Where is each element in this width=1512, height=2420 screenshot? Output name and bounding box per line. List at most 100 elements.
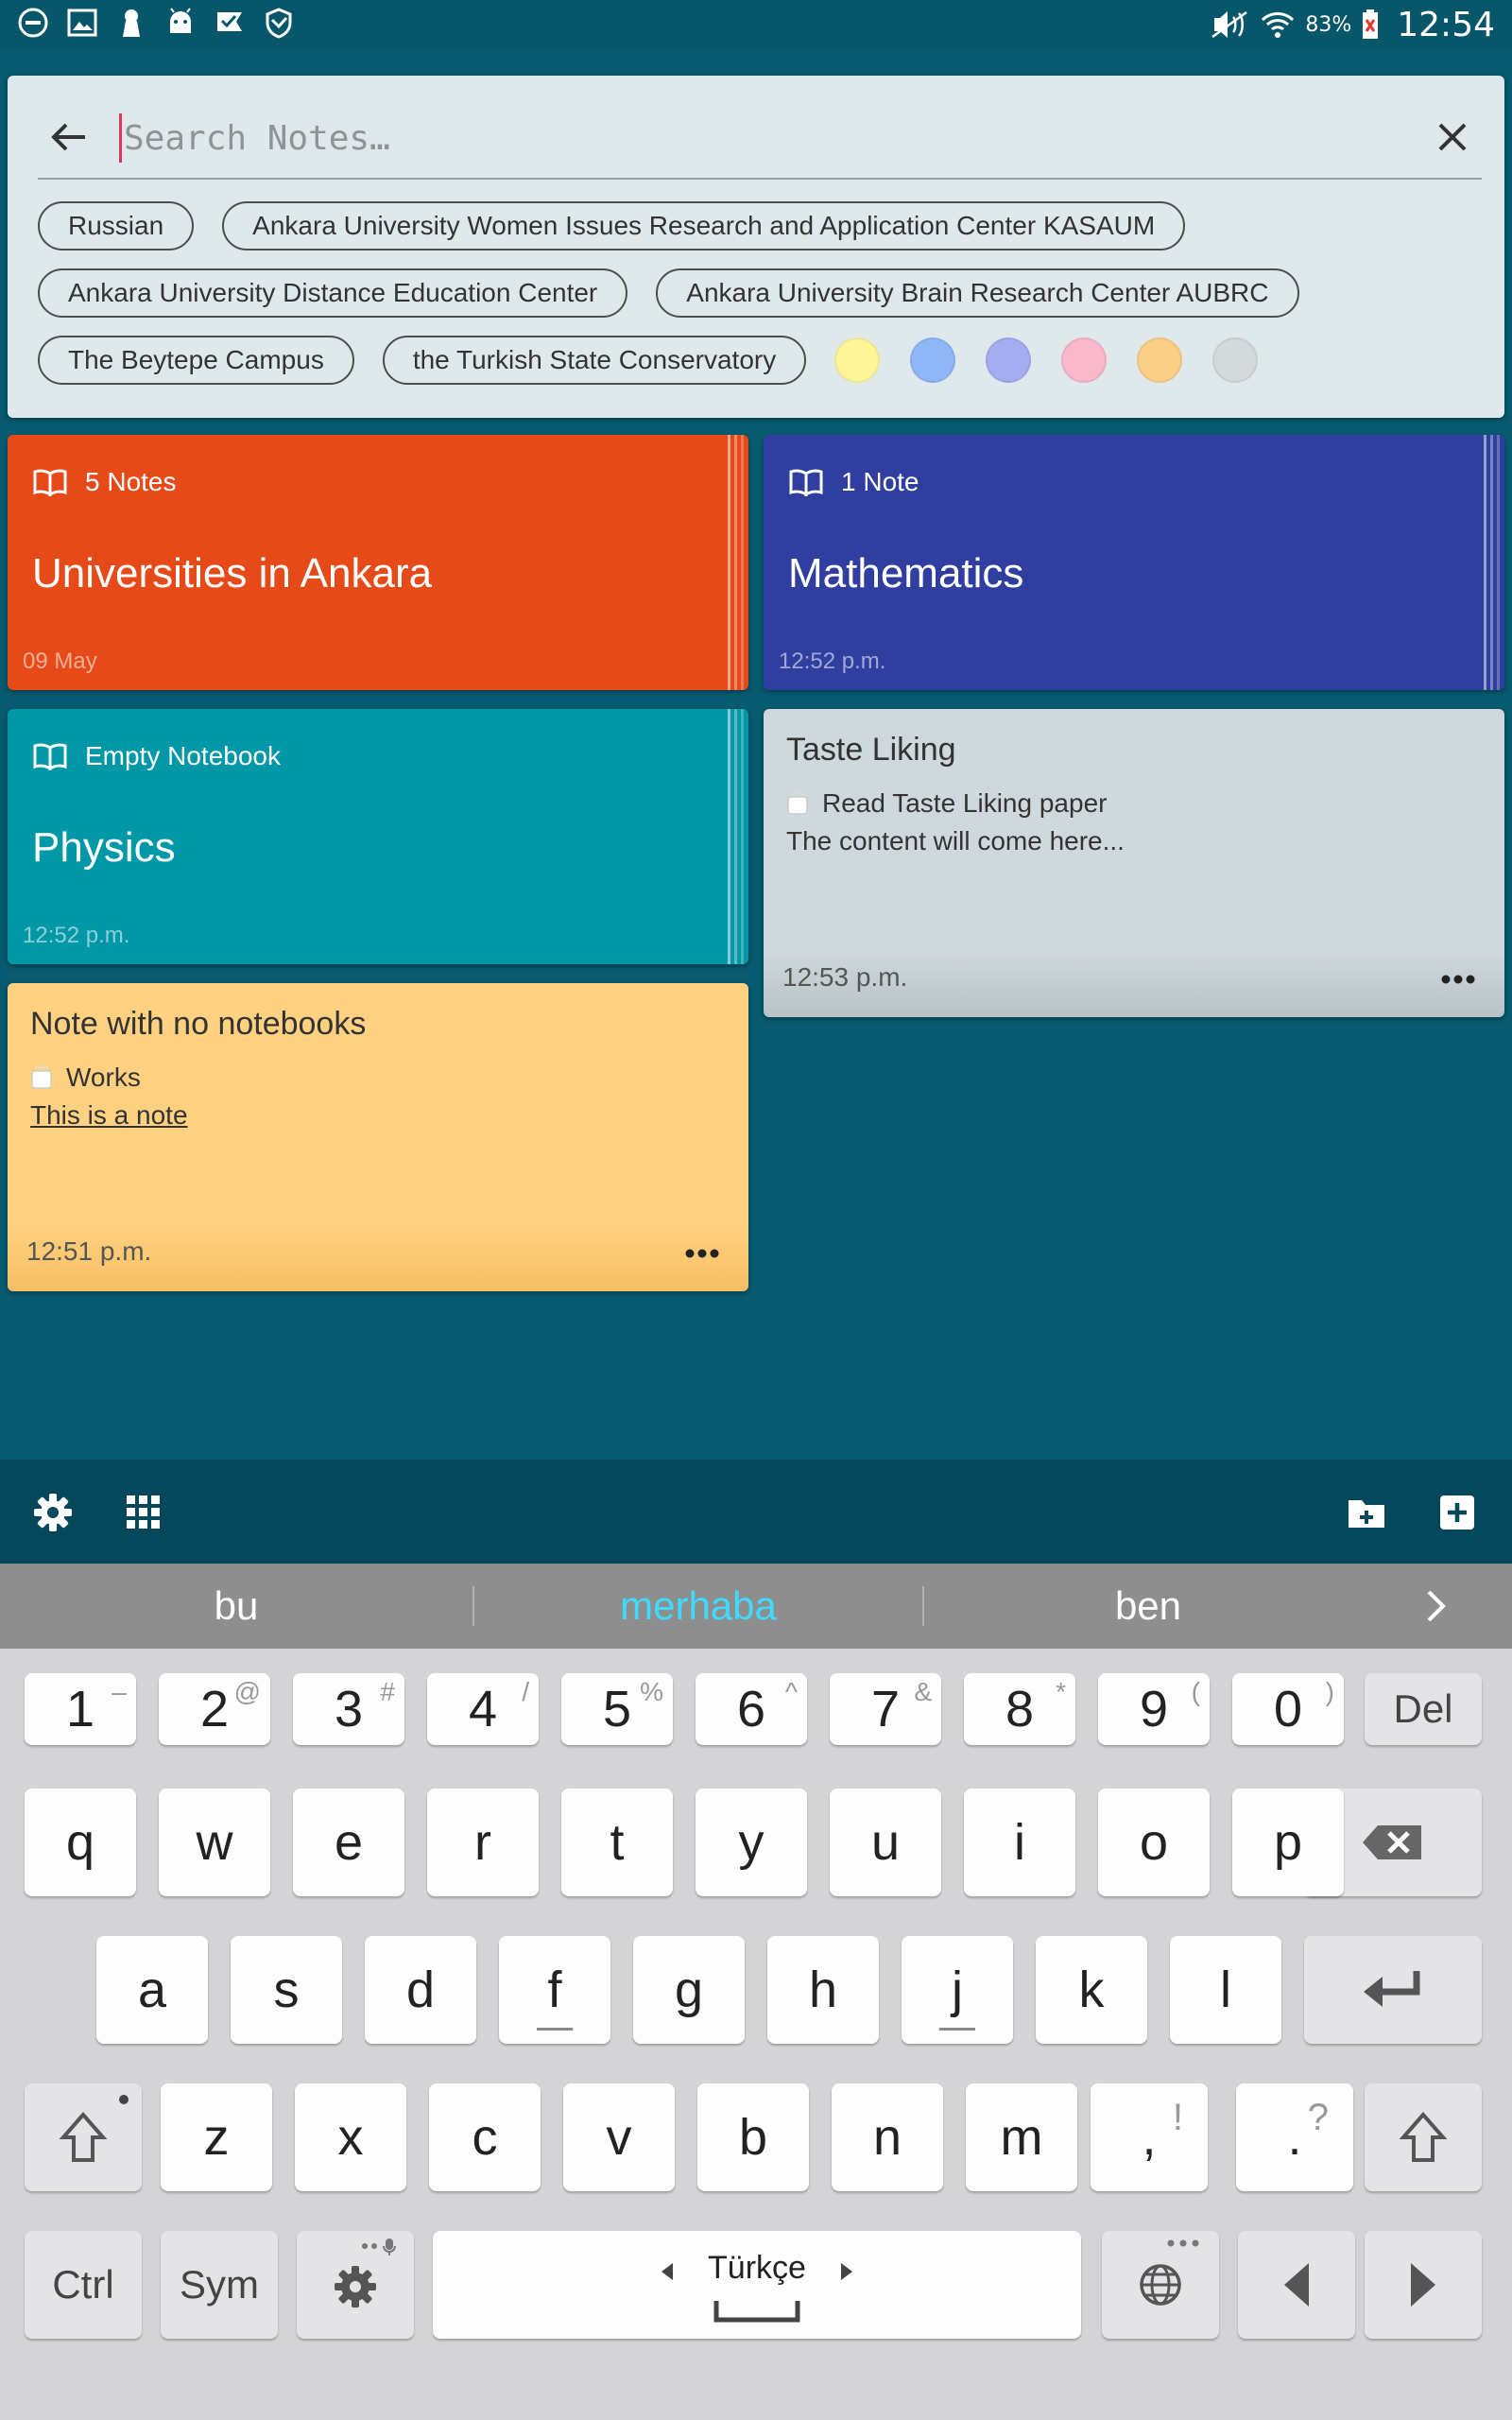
key-s[interactable]: s bbox=[231, 1936, 342, 2044]
notebook-title: Physics bbox=[32, 824, 176, 871]
chip-row-2: Ankara University Distance Education Cen… bbox=[38, 268, 1484, 319]
key-1[interactable]: 1– bbox=[25, 1673, 136, 1745]
key-n[interactable]: n bbox=[832, 2083, 943, 2191]
suggestion-1[interactable]: bu bbox=[0, 1564, 472, 1649]
back-arrow-icon[interactable] bbox=[47, 115, 91, 159]
battery-percent: 83% bbox=[1305, 12, 1352, 37]
chip-russian[interactable]: Russian bbox=[38, 201, 195, 251]
key-space[interactable]: Türkçe bbox=[433, 2231, 1081, 2339]
more-options-icon[interactable] bbox=[1440, 974, 1476, 985]
clock: 12:54 bbox=[1397, 5, 1495, 44]
key-d[interactable]: d bbox=[365, 1936, 476, 2044]
note-title: Note with no notebooks bbox=[30, 1006, 367, 1042]
key-5[interactable]: 5% bbox=[561, 1673, 673, 1745]
key-language[interactable] bbox=[1102, 2231, 1219, 2339]
key-q[interactable]: q bbox=[25, 1789, 136, 1896]
notebook-card-universities[interactable]: 5 Notes Universities in Ankara 09 May bbox=[8, 435, 748, 690]
key-c[interactable]: c bbox=[429, 2083, 541, 2191]
key-w[interactable]: w bbox=[159, 1789, 270, 1896]
key-7[interactable]: 7 & bbox=[830, 1673, 941, 1745]
grid-view-icon[interactable] bbox=[123, 1492, 164, 1533]
key-comma[interactable]: ,! bbox=[1091, 2083, 1208, 2191]
backspace-icon bbox=[1363, 1825, 1421, 1859]
suggestion-3[interactable]: ben bbox=[924, 1564, 1372, 1649]
color-filter-dot[interactable] bbox=[1137, 337, 1183, 383]
key-p[interactable]: p bbox=[1232, 1789, 1344, 1896]
notebook-title: Universities in Ankara bbox=[32, 550, 433, 596]
notebook-card-physics[interactable]: Empty Notebook Physics 12:52 p.m. bbox=[8, 709, 748, 964]
key-6[interactable]: 6 ^ bbox=[696, 1673, 807, 1745]
key-4[interactable]: 4/ bbox=[427, 1673, 539, 1745]
notebook-date: 09 May bbox=[23, 648, 97, 674]
add-note-icon[interactable] bbox=[1436, 1492, 1478, 1533]
key-r[interactable]: r bbox=[427, 1789, 539, 1896]
chip-conservatory[interactable]: the Turkish State Conservatory bbox=[382, 336, 807, 385]
key-m[interactable]: m bbox=[966, 2083, 1077, 2191]
notebook-card-mathematics[interactable]: 1 Note Mathematics 12:52 p.m. bbox=[764, 435, 1504, 690]
key-shift-right[interactable] bbox=[1365, 2083, 1482, 2191]
key-u[interactable]: u bbox=[830, 1789, 941, 1896]
notebook-meta: Empty Notebook bbox=[32, 741, 281, 771]
battery-icon bbox=[1363, 9, 1379, 39]
key-o[interactable]: o bbox=[1098, 1789, 1210, 1896]
note-date: 12:53 p.m. bbox=[782, 962, 908, 992]
key-i[interactable]: i bbox=[964, 1789, 1075, 1896]
key-j[interactable]: j bbox=[902, 1936, 1013, 2044]
key-v[interactable]: v bbox=[563, 2083, 675, 2191]
key-a[interactable]: a bbox=[96, 1936, 208, 2044]
chip-row-3: The Beytepe Campus the Turkish State Con… bbox=[38, 335, 1484, 386]
key-sym[interactable]: Sym bbox=[161, 2231, 278, 2339]
key-x[interactable]: x bbox=[295, 2083, 406, 2191]
color-filter-dot[interactable] bbox=[1061, 337, 1108, 383]
notebook-date: 12:52 p.m. bbox=[23, 923, 130, 948]
key-period[interactable]: .? bbox=[1236, 2083, 1353, 2191]
key-k[interactable]: k bbox=[1036, 1936, 1147, 2044]
chip-beytepe[interactable]: The Beytepe Campus bbox=[38, 336, 354, 385]
book-icon bbox=[33, 743, 67, 770]
key-g[interactable]: g bbox=[633, 1936, 745, 2044]
key-f[interactable]: f bbox=[499, 1936, 610, 2044]
key-shift-left[interactable] bbox=[25, 2083, 142, 2191]
checkbox-icon[interactable] bbox=[786, 791, 809, 816]
note-card-taste-liking[interactable]: Taste Liking Read Taste Liking paper The… bbox=[764, 709, 1504, 1017]
key-cursor-left[interactable] bbox=[1238, 2231, 1355, 2339]
key-z[interactable]: z bbox=[161, 2083, 272, 2191]
color-filter-dot[interactable] bbox=[1212, 337, 1259, 383]
suggestion-2[interactable]: merhaba bbox=[474, 1564, 922, 1649]
key-y[interactable]: y bbox=[696, 1789, 807, 1896]
new-folder-icon[interactable] bbox=[1346, 1492, 1387, 1533]
key-e[interactable]: e bbox=[293, 1789, 404, 1896]
key-8[interactable]: 8 * bbox=[964, 1673, 1075, 1745]
check-flag-icon bbox=[214, 6, 246, 40]
search-input[interactable] bbox=[119, 113, 1348, 163]
settings-gear-icon[interactable] bbox=[32, 1492, 74, 1533]
chevron-right-icon[interactable] bbox=[1418, 1586, 1455, 1626]
key-2[interactable]: 2 @ bbox=[159, 1673, 270, 1745]
key-3[interactable]: 3 # bbox=[293, 1673, 404, 1745]
notebook-count: Empty Notebook bbox=[85, 741, 281, 770]
checkbox-icon[interactable] bbox=[30, 1065, 53, 1090]
chip-kasaum[interactable]: Ankara University Women Issues Research … bbox=[222, 201, 1186, 251]
checklist-text: Read Taste Liking paper bbox=[822, 788, 1108, 818]
notebook-count: 1 Note bbox=[841, 467, 919, 496]
color-filter-dot[interactable] bbox=[910, 337, 956, 383]
keyboard: Del ,! .? Ctrl Sym Türkçe 1–2 @3 #4/5% 6 ^ 7 bbox=[0, 1649, 1512, 2420]
key-settings[interactable] bbox=[297, 2231, 414, 2339]
color-filter-dot[interactable] bbox=[986, 337, 1032, 383]
key-cursor-right[interactable] bbox=[1365, 2231, 1482, 2339]
key-h[interactable]: h bbox=[767, 1936, 879, 2044]
key-enter[interactable] bbox=[1304, 1936, 1482, 2044]
key-t[interactable]: t bbox=[561, 1789, 673, 1896]
chip-distance-education[interactable]: Ankara University Distance Education Cen… bbox=[38, 268, 628, 318]
clear-search-icon[interactable] bbox=[1433, 117, 1472, 157]
key-b[interactable]: b bbox=[697, 2083, 809, 2191]
key-l[interactable]: l bbox=[1170, 1936, 1281, 2044]
chip-brain-research[interactable]: Ankara University Brain Research Center … bbox=[656, 268, 1299, 318]
note-card-no-notebook[interactable]: Note with no notebooks Works This is a n… bbox=[8, 983, 748, 1291]
key-ctrl[interactable]: Ctrl bbox=[25, 2231, 142, 2339]
key-9[interactable]: 9( bbox=[1098, 1673, 1210, 1745]
more-options-icon[interactable] bbox=[684, 1248, 720, 1259]
color-filter-dot[interactable] bbox=[834, 337, 881, 383]
key-del[interactable]: Del bbox=[1365, 1673, 1482, 1745]
key-0[interactable]: 0) bbox=[1232, 1673, 1344, 1745]
